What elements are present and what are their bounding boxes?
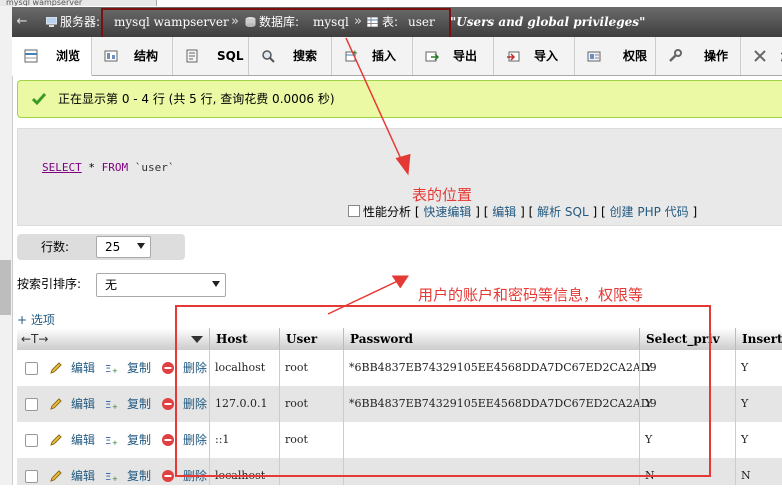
- annotation-arrow-table-location: [345, 37, 411, 176]
- bracket: ]: [520, 205, 525, 219]
- rows-per-page-value: 25: [105, 240, 121, 254]
- edit-row-link[interactable]: 编辑: [71, 350, 95, 386]
- rows-per-page-select[interactable]: 25: [96, 236, 151, 258]
- annotation-user-data-highlight: [175, 305, 711, 477]
- annotation-table-location: 表的位置: [412, 186, 473, 204]
- svg-text:+: +: [112, 367, 118, 375]
- inline-edit-link[interactable]: 快速编辑: [423, 205, 471, 219]
- sql-keyword-from: FROM: [101, 161, 129, 174]
- pencil-icon: [50, 362, 62, 374]
- column-header-insert-priv[interactable]: Insert: [735, 328, 782, 350]
- triggers-icon: [754, 50, 766, 62]
- cell-insert-priv: Y: [741, 433, 749, 446]
- column-divider: [735, 350, 736, 485]
- copy-icon: Ξ +: [105, 436, 118, 447]
- bracket: ]: [692, 205, 698, 219]
- chevron-down-icon: [212, 281, 220, 287]
- delete-icon: [162, 398, 174, 410]
- tab-sql[interactable]: SQL: [173, 37, 249, 75]
- tab-structure[interactable]: 结构: [92, 37, 173, 75]
- sort-by-index-value: 无: [105, 278, 118, 292]
- svg-text:Ξ: Ξ: [105, 472, 111, 483]
- options-toggle[interactable]: + 选项: [17, 311, 55, 328]
- edit-link[interactable]: 编辑: [492, 205, 516, 219]
- tab-browse[interactable]: 浏览: [12, 37, 92, 76]
- copy-row-link[interactable]: 复制: [127, 386, 151, 422]
- copy-row-link[interactable]: 复制: [127, 350, 151, 386]
- cell-insert-priv: Y: [741, 361, 749, 374]
- copy-icon: Ξ +: [105, 472, 118, 483]
- back-arrow-icon[interactable]: ←: [12, 7, 32, 37]
- edit-row-link[interactable]: 编辑: [71, 386, 95, 422]
- delete-icon: [162, 434, 174, 446]
- svg-text:+: +: [112, 475, 118, 483]
- edit-row-link[interactable]: 编辑: [71, 458, 95, 494]
- pencil-icon: [50, 434, 62, 446]
- left-panel-edge: [0, 6, 13, 485]
- delete-icon: [162, 470, 174, 482]
- sql-query: SELECT * FROM `user`: [42, 161, 174, 174]
- tab-privileges[interactable]: 权限: [575, 37, 656, 75]
- profiling-label: 性能分析: [363, 205, 412, 219]
- left-panel-scrollbar[interactable]: [0, 260, 11, 315]
- tab-search[interactable]: 搜索: [249, 37, 332, 75]
- cell-insert-priv: N: [741, 469, 751, 482]
- pencil-icon: [50, 470, 62, 482]
- structure-icon: [104, 50, 118, 62]
- bracket: [: [601, 205, 606, 219]
- copy-icon: Ξ +: [105, 400, 118, 411]
- success-message-text: 正在显示第 0 - 4 行 (共 5 行, 查询花费 0.0006 秒): [58, 92, 335, 106]
- import-icon: [507, 51, 520, 62]
- sql-table-name: `user`: [128, 161, 175, 174]
- operations-icon: [669, 49, 682, 62]
- svg-text:+: +: [112, 403, 118, 411]
- server-icon: [46, 17, 57, 27]
- rows-per-page-bar: 行数: 25: [17, 234, 185, 260]
- sql-star: *: [81, 161, 102, 174]
- bracket: [: [528, 205, 534, 219]
- sort-by-index-select[interactable]: 无: [96, 273, 226, 297]
- tab-import[interactable]: 导入: [494, 37, 575, 75]
- explain-sql-link[interactable]: 解析 SQL: [537, 205, 589, 219]
- tab-triggers[interactable]: 触: [741, 37, 782, 75]
- bracket: ]: [475, 205, 480, 219]
- row-checkbox[interactable]: [25, 470, 38, 483]
- breadcrumb-server-label: 服务器:: [60, 15, 101, 29]
- chevron-down-icon: [137, 243, 145, 249]
- checkmark-icon: [32, 93, 46, 106]
- privileges-icon: [587, 51, 601, 62]
- svg-text:Ξ: Ξ: [105, 364, 111, 375]
- sql-keyword-select[interactable]: SELECT: [42, 161, 82, 174]
- copy-row-link[interactable]: 复制: [127, 422, 151, 458]
- row-checkbox[interactable]: [25, 362, 38, 375]
- sql-links: 性能分析 [ 快速编辑 ] [ 编辑 ] [ 解析 SQL ] [ 创建 PHP…: [348, 203, 697, 220]
- row-checkbox[interactable]: [25, 398, 38, 411]
- search-icon: [262, 50, 275, 63]
- rows-label: 行数:: [41, 240, 70, 254]
- bracket: [: [483, 205, 489, 219]
- bracket: ]: [592, 205, 598, 219]
- sql-icon: [186, 49, 198, 63]
- profiling-checkbox[interactable]: [348, 205, 360, 217]
- column-nav-arrows[interactable]: ←T→: [21, 328, 48, 350]
- sort-by-index-label: 按索引排序:: [17, 277, 82, 291]
- copy-icon: Ξ +: [105, 364, 118, 375]
- pencil-icon: [50, 398, 62, 410]
- bracket: [: [414, 205, 420, 219]
- svg-text:Ξ: Ξ: [105, 400, 111, 411]
- create-php-code-link[interactable]: 创建 PHP 代码: [610, 205, 689, 219]
- tab-operations[interactable]: 操作: [656, 37, 741, 75]
- cell-insert-priv: Y: [741, 397, 749, 410]
- copy-row-link[interactable]: 复制: [127, 458, 151, 494]
- browser-tab[interactable]: mysql wampserver: [0, 0, 157, 6]
- annotation-user-info: 用户的账户和密码等信息，权限等: [418, 286, 644, 304]
- browse-icon: [24, 49, 38, 63]
- edit-row-link[interactable]: 编辑: [71, 422, 95, 458]
- row-checkbox[interactable]: [25, 434, 38, 447]
- svg-text:Ξ: Ξ: [105, 436, 111, 447]
- svg-text:+: +: [112, 439, 118, 447]
- table-comment: "Users and global privileges": [450, 15, 646, 29]
- delete-icon: [162, 362, 174, 374]
